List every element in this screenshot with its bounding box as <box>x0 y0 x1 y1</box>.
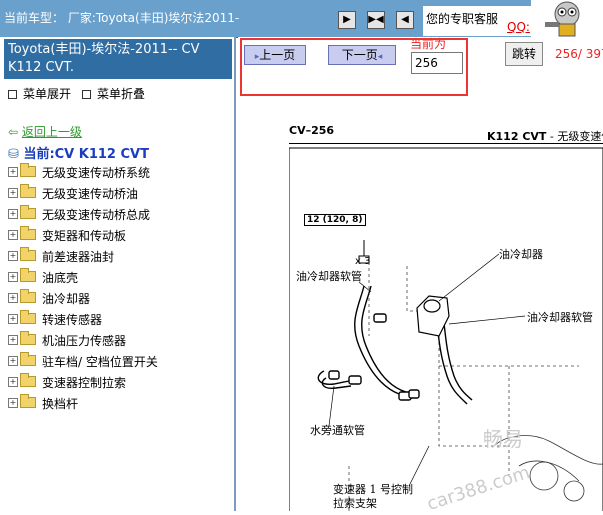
tree-item-label[interactable]: 转速传感器 <box>42 311 102 328</box>
expand-plus-icon[interactable]: + <box>8 335 18 345</box>
page-header-suffix: - 无级变速传 <box>549 130 603 143</box>
oil-cooler-diagram <box>289 147 603 511</box>
back-link-label[interactable]: 返回上一级 <box>22 125 82 139</box>
menu-expand[interactable]: 菜单展开 <box>8 85 71 102</box>
tree-item-label[interactable]: 变矩器和传动板 <box>42 227 126 244</box>
tree-item-label[interactable]: 机油压力传感器 <box>42 332 126 349</box>
current-node: ⛁ 当前:CV K112 CVT <box>8 143 149 162</box>
expand-icon <box>8 90 17 99</box>
folder-icon <box>20 184 36 198</box>
folder-icon <box>20 310 36 324</box>
vehicle-model-value: 厂家:Toyota(丰田)埃尔法2011- <box>67 11 240 25</box>
expand-plus-icon[interactable]: + <box>8 314 18 324</box>
nav-split-button[interactable]: ▶◀ <box>367 11 385 29</box>
tree-item-label[interactable]: 驻车档/ 空档位置开关 <box>42 353 158 370</box>
folder-icon <box>20 331 36 345</box>
menu-collapse-label: 菜单折叠 <box>97 87 146 101</box>
folder-icon <box>20 163 36 177</box>
mascot-icon <box>545 1 580 37</box>
customer-service-box: 您的专职客服 QQ: <box>423 6 531 36</box>
expand-plus-icon[interactable]: + <box>8 272 18 282</box>
folder-icon <box>20 352 36 366</box>
page-code: CV–256 <box>289 124 335 137</box>
expand-plus-icon[interactable]: + <box>8 356 18 366</box>
expand-plus-icon[interactable]: + <box>8 167 18 177</box>
tree-item-label[interactable]: 变速器控制拉索 <box>42 374 126 391</box>
label-oil-cooler: 油冷却器 <box>499 248 543 261</box>
tree-item-label[interactable]: 油底壳 <box>42 269 78 286</box>
vehicle-model-text: 当前车型： 厂家:Toyota(丰田)埃尔法2011- <box>4 9 239 26</box>
page-header-right: K112 CVT - 无级变速传 <box>487 128 603 144</box>
folder-icon <box>20 226 36 240</box>
expand-plus-icon[interactable]: + <box>8 230 18 240</box>
tree-item-label[interactable]: 无级变速传动桥系统 <box>42 164 150 181</box>
quantity-label: x 3 <box>355 256 371 267</box>
label-oil-cooler-hose-left: 油冷却器软管 <box>296 270 362 283</box>
current-node-label: 当前:CV K112 CVT <box>23 147 149 162</box>
expand-plus-icon[interactable]: + <box>8 377 18 387</box>
collapse-icon <box>82 90 91 99</box>
expand-plus-icon[interactable]: + <box>8 293 18 303</box>
sidebar: Toyota(丰田)-埃尔法-2011-- CV K112 CVT. 菜单展开 … <box>0 37 236 511</box>
tree-item-label[interactable]: 油冷却器 <box>42 290 90 307</box>
pager-highlight-box <box>240 38 468 96</box>
folder-icon <box>20 394 36 408</box>
jump-button[interactable]: 跳转 <box>505 42 543 66</box>
tree-item-label[interactable]: 无级变速传动桥油 <box>42 185 138 202</box>
page-header-model: K112 CVT <box>487 130 547 143</box>
watermark: 畅易 <box>483 427 523 451</box>
tree-item-label[interactable]: 前差速器油封 <box>42 248 114 265</box>
folder-icon <box>20 205 36 219</box>
nav-forward-button[interactable]: ▶ <box>338 11 356 29</box>
tree-item-label[interactable]: 无级变速传动桥总成 <box>42 206 150 223</box>
menu-expand-label: 菜单展开 <box>23 87 72 101</box>
label-bypass-hose: 水旁通软管 <box>310 424 365 437</box>
menu-collapse[interactable]: 菜单折叠 <box>82 85 145 102</box>
label-bracket-line2: 拉索支架 <box>333 497 377 510</box>
customer-service-text: 您的专职客服 <box>426 12 499 26</box>
page-count: 256/ 397 <box>555 47 603 61</box>
folder-icon <box>20 268 36 282</box>
back-link[interactable]: ⇦ 返回上一级 <box>8 123 82 140</box>
mascot-image <box>531 0 603 37</box>
sidebar-title: Toyota(丰田)-埃尔法-2011-- CV K112 CVT. <box>4 39 232 79</box>
header-rule <box>289 143 603 144</box>
vehicle-model-label: 当前车型： <box>4 11 65 25</box>
folder-icon <box>20 247 36 261</box>
folder-icon <box>20 373 36 387</box>
expand-plus-icon[interactable]: + <box>8 188 18 198</box>
expand-plus-icon[interactable]: + <box>8 251 18 261</box>
label-oil-cooler-hose-right: 油冷却器软管 <box>527 311 593 324</box>
tree-item-label[interactable]: 换档杆 <box>42 395 78 412</box>
nav-back-button[interactable]: ◀ <box>396 11 414 29</box>
folder-icon <box>20 289 36 303</box>
expand-plus-icon[interactable]: + <box>8 209 18 219</box>
database-icon: ⛁ <box>8 147 19 162</box>
torque-spec-label: 12 (120, 8) <box>304 214 366 226</box>
qq-link[interactable]: QQ: <box>507 20 530 34</box>
expand-plus-icon[interactable]: + <box>8 398 18 408</box>
back-arrow-icon: ⇦ <box>8 125 19 139</box>
